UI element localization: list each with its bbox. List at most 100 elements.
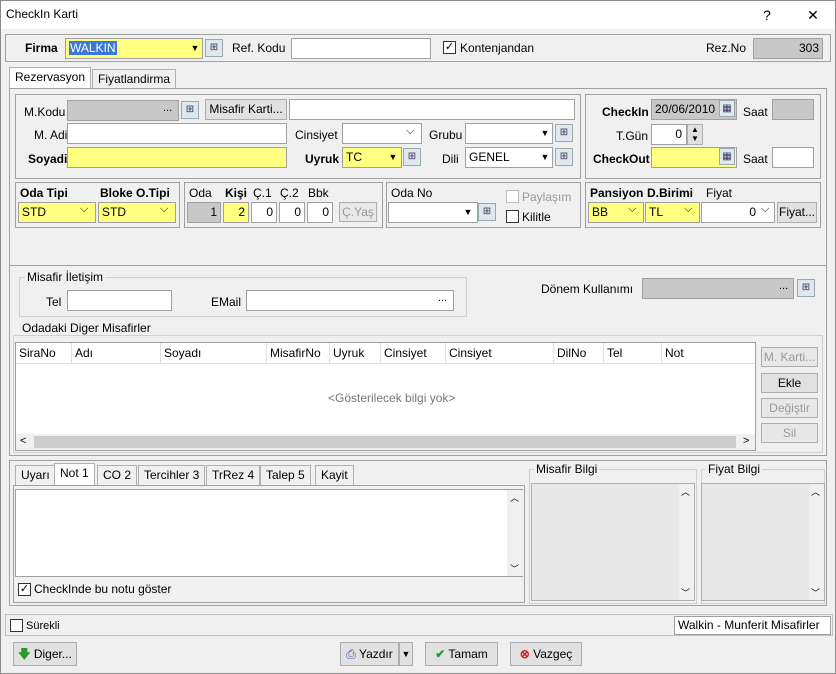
chevron-down-icon[interactable]: ⌵ [80,203,88,216]
kisi-count[interactable]: 2 [223,202,249,223]
others-group-title: Odadaki Diger Misafirler [20,321,153,335]
lookup-icon[interactable]: ⊞ [403,148,421,166]
column-header[interactable]: DilNo [554,343,604,363]
ref-kodu-input[interactable] [291,38,431,59]
firma-select[interactable]: WALKIN [65,38,203,59]
chevron-down-icon[interactable]: ﹀ [510,562,519,575]
contact-group-title: Misafir İletişim [25,270,106,284]
chevron-right-icon[interactable]: > [743,435,749,447]
lookup-icon[interactable]: ⊞ [205,39,223,57]
note-checkbox[interactable]: ✓ [18,583,31,596]
tgun-stepper[interactable]: ▲ ▼ [687,124,703,145]
ekle-button[interactable]: Ekle [761,373,818,393]
lookup-icon[interactable]: ⊞ [555,124,573,142]
paylasim-checkbox[interactable] [506,190,519,203]
bbk-count[interactable]: 0 [307,202,333,223]
sil-button[interactable]: Sil [761,423,818,443]
grubu-label: Grubu [429,128,463,142]
tab-uyari[interactable]: Uyarı [15,465,56,485]
email-input[interactable] [246,290,454,311]
vertical-scrollbar[interactable]: ︿ ﹀ [507,490,523,576]
mkodu-browse-button[interactable]: ... [163,102,172,114]
chevron-left-icon[interactable]: < [20,435,26,447]
chevron-down-icon[interactable]: ▼ [538,148,552,167]
c1-count[interactable]: 0 [251,202,277,223]
oda-count: 1 [187,202,221,223]
chevron-down-icon[interactable]: ⌵ [761,203,769,216]
diger-button[interactable]: 🡇 Diger... [13,642,77,666]
column-header[interactable]: Cinsiyet [446,343,554,363]
vazgec-button[interactable]: ⊗ Vazgeç [510,642,582,666]
vertical-scrollbar[interactable]: ︿ ﹀ [679,484,694,600]
column-header[interactable]: Not [662,343,757,363]
chevron-down-icon[interactable]: ▼ [188,39,202,58]
column-header[interactable]: Tel [604,343,662,363]
note-textarea[interactable]: ︿ ﹀ [15,489,523,577]
tgun-input[interactable]: 0 [651,124,687,145]
tab-trrez-4[interactable]: TrRez 4 [206,465,261,485]
kontenjan-checkbox[interactable]: ✓ [443,41,456,54]
lookup-icon[interactable]: ⊞ [797,279,815,297]
chevron-down-icon[interactable]: ⌵ [628,203,636,216]
donem-browse-button[interactable]: ... [779,280,788,292]
uyruk-label: Uyruk [305,152,340,166]
misafir-karti-button[interactable]: Misafir Karti... [205,99,287,120]
yazdir-dropdown[interactable]: ▼ [399,642,413,666]
kilitle-checkbox[interactable] [506,210,519,223]
horizontal-scrollbar[interactable]: < > [16,434,755,450]
calendar-icon[interactable]: ▦ [719,148,735,165]
tab-kayit[interactable]: Kayit [315,465,354,485]
donem-input[interactable] [642,278,794,299]
chevron-down-icon[interactable]: ▼ [538,124,552,143]
chevron-up-icon[interactable]: ︿ [681,485,690,498]
help-button[interactable]: ? [747,3,787,27]
chevron-down-icon[interactable]: ⌵ [406,125,414,138]
tab-tercihler-3[interactable]: Tercihler 3 [138,465,206,485]
tamam-button[interactable]: ✔ Tamam [425,642,498,666]
degistir-button[interactable]: Değiştir [761,398,818,418]
yazdir-button[interactable]: ⎙ Yazdır [340,642,399,666]
vertical-scrollbar[interactable]: ︿ ﹀ [809,484,824,600]
chevron-up-icon[interactable]: ︿ [811,485,820,498]
column-header[interactable]: Adı [72,343,161,363]
cyas-button[interactable]: Ç.Yaş [339,202,377,222]
chevron-down-icon[interactable]: ▼ [386,148,400,167]
tel-input[interactable] [67,290,172,311]
madi-input[interactable] [67,123,287,144]
tab-talep-5[interactable]: Talep 5 [260,465,311,485]
close-button[interactable]: ✕ [793,3,833,27]
tab-co-2[interactable]: CO 2 [97,465,138,485]
fiyat-button[interactable]: Fiyat... [777,202,817,223]
fiyat-bilgi-box: ︿ ﹀ [701,483,825,601]
email-label: EMail [211,295,242,309]
misafir-karti-grid-button[interactable]: M. Karti... [761,347,818,367]
chevron-down-icon[interactable]: ▼ [461,203,475,222]
chevron-down-icon[interactable]: ⌵ [684,203,692,216]
checkout-saat[interactable] [772,147,814,168]
column-header[interactable]: Uyruk [330,343,381,363]
chevron-down-icon[interactable]: ﹀ [681,586,690,599]
column-header[interactable]: Soyadı [161,343,267,363]
checkin-saat[interactable] [772,99,814,120]
surekli-checkbox[interactable] [10,619,23,632]
chevron-up-icon[interactable]: ︿ [510,491,519,504]
calendar-icon[interactable]: ▦ [719,100,735,117]
lookup-icon[interactable]: ⊞ [181,101,199,119]
soyadi-input[interactable] [67,147,287,168]
tab-not-1[interactable]: Not 1 [54,463,95,485]
lookup-icon[interactable]: ⊞ [555,148,573,166]
chevron-down-icon[interactable]: ﹀ [811,586,820,599]
column-header[interactable]: SiraNo [16,343,72,363]
tab-fiyatlandirma[interactable]: Fiyatlandirma [92,69,177,89]
others-grid[interactable]: SiraNo Adı Soyadı MisafirNo Uyruk Cinsiy… [15,342,756,451]
lookup-icon[interactable]: ⊞ [478,203,496,221]
column-header[interactable]: Cinsiyet [381,343,446,363]
scrollbar-thumb[interactable] [34,436,736,448]
chevron-down-icon[interactable]: ⌵ [160,203,168,216]
oda-count-label: Oda [189,186,212,200]
column-header[interactable]: MisafirNo [267,343,330,363]
email-browse-button[interactable]: ... [438,292,447,304]
firma-label: Firma [25,41,58,55]
tab-rezervasyon[interactable]: Rezervasyon [9,67,92,89]
c2-count[interactable]: 0 [279,202,305,223]
